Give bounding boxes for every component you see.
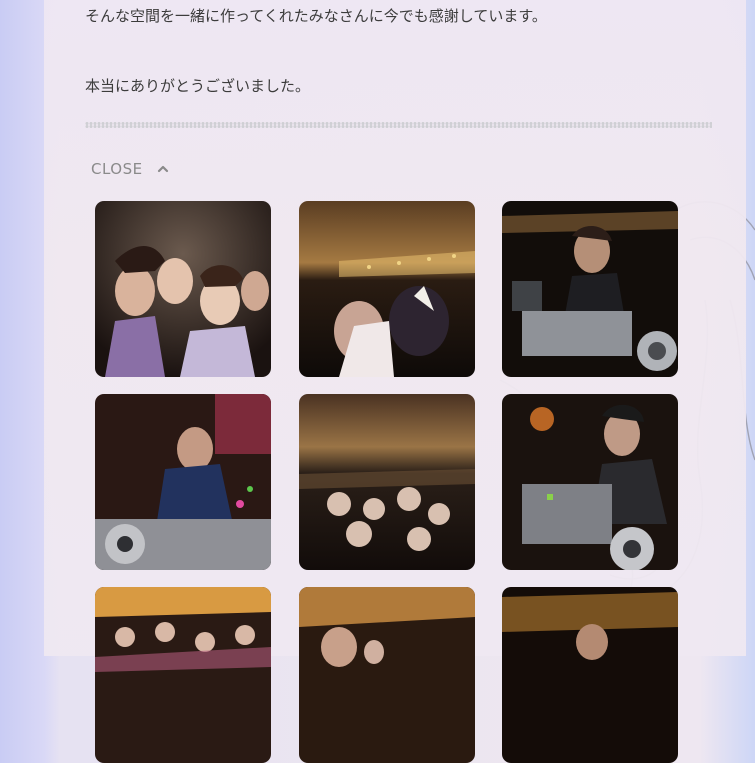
gallery-photo-1[interactable] [95,201,271,377]
gallery-photo-6[interactable] [502,394,678,570]
gallery-photo-7[interactable] [95,587,271,763]
dotted-divider [85,122,712,128]
body-text-line-2: 本当にありがとうございました。 [85,77,311,95]
chevron-up-icon [157,165,168,173]
gallery-photo-4[interactable] [95,394,271,570]
gallery-photo-3[interactable] [502,201,678,377]
close-gallery-toggle[interactable]: CLOSE [91,160,169,178]
gallery-photo-2[interactable] [299,201,475,377]
gallery-photo-9[interactable] [502,587,678,763]
body-text-line-1: そんな空間を一緒に作ってくれたみなさんに今でも感謝しています。 [85,7,547,25]
gallery-photo-5[interactable] [299,394,475,570]
gallery-photo-8[interactable] [299,587,475,763]
close-label: CLOSE [91,160,143,178]
